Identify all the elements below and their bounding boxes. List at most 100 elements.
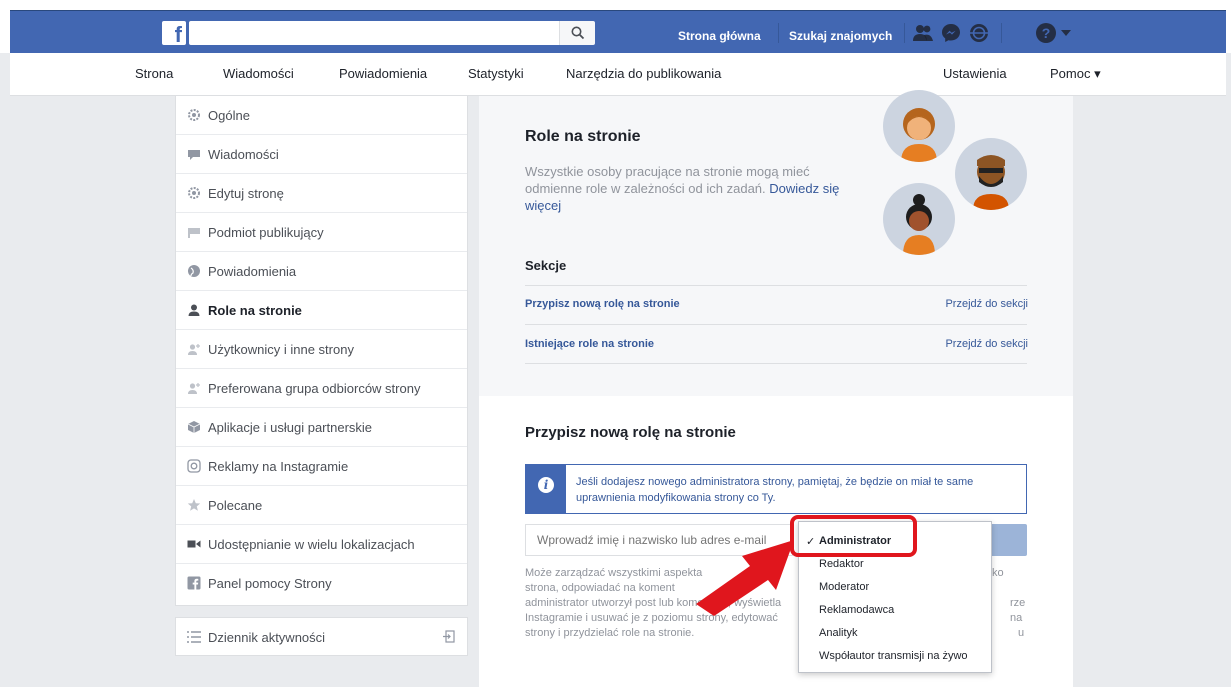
top-bar-frame: f Strona główna Szukaj znajomych ?	[0, 0, 1231, 53]
sidebar-item-label: Role na stronie	[208, 303, 302, 318]
role-description-fragment: rze na	[1010, 597, 1026, 624]
person-avatar-icon	[973, 155, 1009, 210]
dropdown-option-reklamodawca[interactable]: Reklamodawca	[819, 604, 894, 616]
info-icon: i	[538, 477, 554, 493]
nav-divider	[904, 23, 905, 43]
info-box-bar: i	[526, 465, 566, 513]
dropdown-option-redaktor[interactable]: Redaktor	[819, 558, 864, 570]
sidebar-item-udostepnianie[interactable]: Udostępnianie w wielu lokalizacjach	[176, 525, 467, 564]
divider	[525, 285, 1027, 286]
sidebar-item-label: Panel pomocy Strony	[208, 576, 332, 591]
page-title: Role na stronie	[525, 128, 641, 145]
assign-role-title: Przypisz nową rolę na stronie	[525, 424, 736, 441]
globe-notifications-icon[interactable]	[968, 22, 990, 44]
settings-sidebar: Ogólne Wiadomości Edytuj stronę Podmiot …	[175, 96, 468, 606]
person-avatar-icon	[901, 108, 937, 162]
sidebar-item-podmiot-publikujacy[interactable]: Podmiot publikujący	[176, 213, 467, 252]
roles-description: Wszystkie osoby pracujące na stronie mog…	[525, 163, 855, 214]
person-plus-icon	[188, 344, 200, 355]
avatar-illustration	[883, 183, 955, 255]
facebook-icon	[187, 576, 201, 590]
nav-divider	[778, 23, 779, 43]
activity-log-label: Dziennik aktywności	[208, 630, 326, 645]
message-icon	[188, 150, 200, 160]
sidebar-item-label: Reklamy na Instagramie	[208, 459, 349, 474]
sidebar-item-label: Edytuj stronę	[208, 186, 284, 201]
go-to-section-link[interactable]: Przejdź do sekcji	[945, 298, 1028, 310]
role-description-fragment: ko	[992, 567, 1004, 579]
divider	[525, 363, 1027, 364]
person-plus-icon	[188, 383, 200, 394]
dropdown-option-moderator[interactable]: Moderator	[819, 581, 869, 593]
tab-statystyki[interactable]: Statystyki	[468, 66, 524, 81]
cube-icon	[187, 421, 201, 433]
divider	[525, 324, 1027, 325]
tab-powiadomienia[interactable]: Powiadomienia	[339, 66, 427, 81]
sidebar-item-panel-pomocy[interactable]: Panel pomocy Strony	[176, 564, 467, 603]
go-to-section-link[interactable]: Przejdź do sekcji	[945, 338, 1028, 350]
sidebar-item-preferowana-grupa[interactable]: Preferowana grupa odbiorców strony	[176, 369, 467, 408]
home-link[interactable]: Strona główna	[678, 29, 761, 43]
sidebar-item-label: Użytkownicy i inne strony	[208, 342, 354, 357]
sidebar-item-role-na-stronie[interactable]: Role na stronie	[176, 291, 467, 330]
tab-strona[interactable]: Strona	[135, 66, 173, 81]
sidebar-item-label: Wiadomości	[208, 147, 279, 162]
sidebar-item-label: Preferowana grupa odbiorców strony	[208, 381, 421, 396]
page-tab-bar: Strona Wiadomości Powiadomienia Statysty…	[10, 53, 1226, 96]
caret-down-icon[interactable]	[1060, 22, 1072, 44]
role-description-right: ko rze na u	[992, 566, 1037, 641]
help-icon[interactable]: ?	[1035, 22, 1057, 44]
sections-heading: Sekcje	[525, 258, 567, 273]
export-icon[interactable]	[442, 630, 455, 643]
nav-divider	[1001, 23, 1002, 43]
sidebar-item-label: Aplikacje i usługi partnerskie	[208, 420, 373, 435]
tab-ustawienia[interactable]: Ustawienia	[943, 66, 1007, 81]
sidebar-item-reklamy-instagram[interactable]: Reklamy na Instagramie	[176, 447, 467, 486]
dropdown-option-analityk[interactable]: Analityk	[819, 627, 858, 639]
avatar-illustration	[955, 138, 1027, 210]
sidebar-item-label: Ogólne	[208, 108, 250, 123]
sidebar-item-label: Podmiot publikujący	[208, 225, 324, 240]
sidebar-item-uzytkownicy[interactable]: Użytkownicy i inne strony	[176, 330, 467, 369]
gear-icon	[188, 109, 200, 121]
existing-roles-section-link[interactable]: Istniejące role na stronie	[525, 338, 654, 350]
gear-icon	[188, 187, 200, 199]
tab-wiadomosci[interactable]: Wiadomości	[223, 66, 294, 81]
dropdown-option-wspolautor[interactable]: Współautor transmisji na żywo	[819, 650, 968, 662]
facebook-logo-icon[interactable]: f	[162, 21, 186, 45]
sidebar-item-edytuj-strone[interactable]: Edytuj stronę	[176, 174, 467, 213]
roles-description-text: Wszystkie osoby pracujące na stronie mog…	[525, 164, 810, 196]
search-input[interactable]	[189, 21, 559, 45]
sidebar-item-ogolne[interactable]: Ogólne	[176, 96, 467, 135]
flag-icon	[188, 228, 200, 238]
instagram-icon	[187, 459, 201, 473]
tab-pomoc[interactable]: Pomoc ▾	[1050, 66, 1101, 82]
sidebar-item-powiadomienia[interactable]: Powiadomienia	[176, 252, 467, 291]
sidebar-item-label: Powiadomienia	[208, 264, 297, 279]
activity-log-link[interactable]: Dziennik aktywności	[175, 617, 468, 656]
search-button[interactable]	[559, 21, 595, 45]
role-description-fragment: u	[1018, 627, 1025, 639]
svg-text:?: ?	[1042, 25, 1051, 41]
sidebar-item-label: Polecane	[208, 498, 263, 513]
avatar-illustration	[883, 90, 955, 162]
friends-icon[interactable]	[912, 22, 934, 44]
find-friends-link[interactable]: Szukaj znajomych	[789, 29, 892, 43]
messenger-icon[interactable]	[940, 22, 962, 44]
list-icon	[187, 631, 201, 643]
sidebar-item-aplikacje[interactable]: Aplikacje i usługi partnerskie	[176, 408, 467, 447]
assign-role-section-link[interactable]: Przypisz nową rolę na stronie	[525, 298, 680, 310]
sidebar-item-polecane[interactable]: Polecane	[176, 486, 467, 525]
red-arrow-annotation	[696, 540, 794, 616]
star-icon	[187, 499, 201, 511]
info-text: Jeśli dodajesz nowego administratora str…	[576, 476, 974, 504]
sidebar-item-wiadomosci[interactable]: Wiadomości	[176, 135, 467, 174]
person-avatar-icon	[903, 194, 935, 255]
tab-narzedzia[interactable]: Narzędzia do publikowania	[566, 66, 721, 81]
admin-info-box: i Jeśli dodajesz nowego administratora s…	[525, 464, 1027, 514]
person-icon	[188, 304, 200, 316]
top-navigation-bar: f Strona główna Szukaj znajomych ?	[10, 10, 1226, 53]
globe-icon	[188, 265, 200, 277]
sidebar-item-label: Udostępnianie w wielu lokalizacjach	[208, 537, 415, 552]
red-highlight-box	[790, 515, 917, 557]
